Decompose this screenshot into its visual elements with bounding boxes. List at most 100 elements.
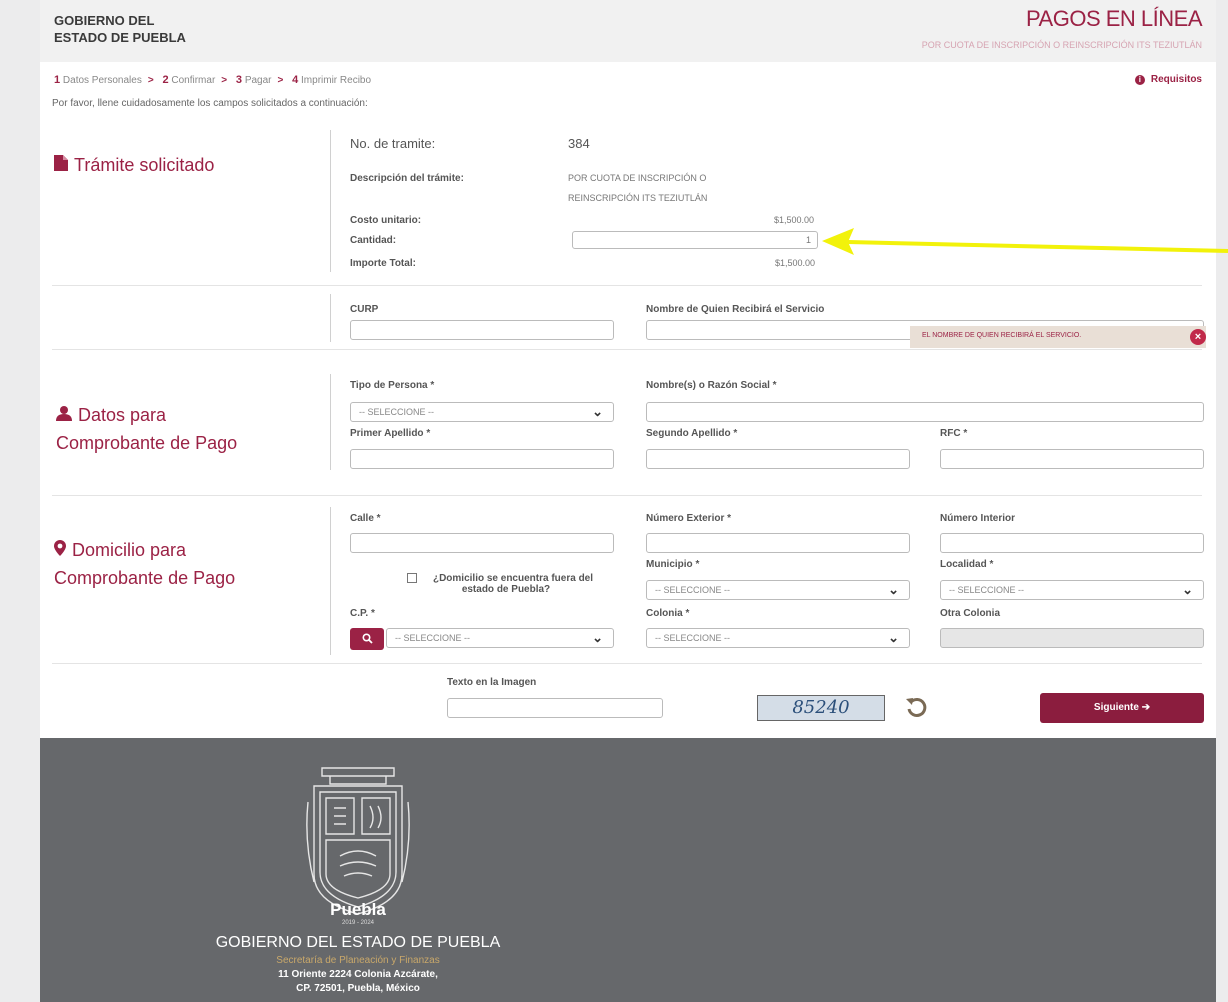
refresh-icon[interactable] <box>904 694 930 724</box>
cp-label: C.P. * <box>350 608 375 619</box>
localidad-select[interactable]: -- SELECCIONE -- ⌄ <box>940 580 1204 600</box>
num-ext-label: Número Exterior * <box>646 513 732 524</box>
chevron-down-icon: ⌄ <box>888 582 899 597</box>
gov-name[interactable]: GOBIERNO DEL ESTADO DE PUEBLA <box>54 12 186 46</box>
arrow-right-icon: ➔ <box>1141 702 1151 713</box>
nombre-input[interactable] <box>646 402 1204 422</box>
file-icon <box>54 154 68 180</box>
divider <box>52 349 1202 350</box>
tipo-persona-label: Tipo de Persona * <box>350 380 435 391</box>
nombre-label: Nombre(s) o Razón Social * <box>646 380 777 391</box>
quantity-input[interactable]: 1 <box>572 231 818 249</box>
chevron-right-icon: > <box>221 75 228 86</box>
calle-label: Calle * <box>350 513 381 524</box>
cost-label: Costo unitario: <box>350 215 422 226</box>
step-1-label: Datos Personales <box>62 75 142 86</box>
municipio-select[interactable]: -- SELECCIONE -- ⌄ <box>646 580 910 600</box>
chevron-down-icon: ⌄ <box>1182 582 1193 597</box>
curp-label: CURP <box>350 304 379 315</box>
steps-breadcrumb: 1 Datos Personales > 2 Confirmar > 3 Pagar… <box>54 74 371 86</box>
tramite-desc-line-1: POR CUOTA DE INSCRIPCIÓN O <box>568 173 707 183</box>
close-icon[interactable]: × <box>1190 329 1206 345</box>
tooltip-text: EL NOMBRE DE QUIEN RECIBIRÁ EL SERVICIO. <box>922 332 1082 339</box>
section-domicilio-title: Domicilio para Comprobante de Pago <box>54 537 235 591</box>
footer-years: 2019 - 2024 <box>341 920 375 926</box>
tipo-persona-value: -- SELECCIONE -- <box>359 407 435 417</box>
user-icon <box>56 404 72 430</box>
rfc-label: RFC * <box>940 428 968 439</box>
next-button[interactable]: Siguiente ➔ <box>1040 693 1204 723</box>
divider <box>52 663 1202 664</box>
validation-tooltip: EL NOMBRE DE QUIEN RECIBIRÁ EL SERVICIO.… <box>910 326 1206 348</box>
primer-apellido-label: Primer Apellido * <box>350 428 431 439</box>
captcha-input[interactable] <box>447 698 663 718</box>
localidad-label: Localidad * <box>940 559 994 570</box>
map-marker-icon <box>54 539 66 565</box>
section-domicilio-line-2: Comprobante de Pago <box>54 568 236 588</box>
recipient-name-label: Nombre de Quien Recibirá el Servicio <box>646 304 825 315</box>
total-label: Importe Total: <box>350 258 416 269</box>
step-2-label: Confirmar <box>171 75 216 86</box>
otra-colonia-label: Otra Colonia <box>940 608 1001 619</box>
curp-input[interactable] <box>350 320 614 340</box>
annotation-arrow <box>822 228 1228 255</box>
fuera-estado-line-1: ¿Domicilio se encuentra fuera del <box>432 573 594 584</box>
chevron-down-icon: ⌄ <box>592 404 603 419</box>
state-seal-logo <box>306 767 410 915</box>
step-4-number: 4 <box>292 74 299 86</box>
tipo-persona-select[interactable]: -- SELECCIONE -- ⌄ <box>350 402 614 422</box>
cp-select[interactable]: -- SELECCIONE -- ⌄ <box>386 628 614 648</box>
section-tramite-label: Trámite solicitado <box>74 155 215 175</box>
divider <box>52 285 1202 286</box>
step-3-number: 3 <box>235 74 243 86</box>
section-datos-line-2: Comprobante de Pago <box>56 433 238 453</box>
step-4-label: Imprimir Recibo <box>301 75 372 86</box>
divider <box>330 374 331 470</box>
rfc-input[interactable] <box>940 449 1204 469</box>
tramite-desc-line-2: REINSCRIPCIÓN ITS TEZIUTLÁN <box>568 193 708 203</box>
step-1-number: 1 <box>54 74 61 86</box>
gov-line-2: ESTADO DE PUEBLA <box>54 30 186 45</box>
otra-colonia-input <box>940 628 1204 648</box>
next-button-label: Siguiente <box>1093 702 1139 713</box>
page-subtitle: POR CUOTA DE INSCRIPCIÓN O REINSCRIPCIÓN… <box>921 40 1202 50</box>
requirements-link[interactable]: i Requisitos <box>1134 74 1202 85</box>
municipio-label: Municipio * <box>646 559 700 570</box>
cost-value: $1,500.00 <box>774 215 815 225</box>
footer-secretaria: Secretaría de Planeación y Finanzas <box>276 955 440 966</box>
fuera-estado-line-2: estado de Puebla? <box>461 584 551 595</box>
step-2-number: 2 <box>162 74 169 86</box>
fuera-estado-label: ¿Domicilio se encuentra fuera del estado… <box>388 573 624 595</box>
section-datos-title: Datos para Comprobante de Pago <box>56 402 237 456</box>
instructions: Por favor, llene cuidadosamente los camp… <box>52 98 368 109</box>
section-datos-line-1: Datos para <box>78 405 167 425</box>
search-icon <box>361 633 373 644</box>
page: GOBIERNO DEL ESTADO DE PUEBLA PAGOS EN L… <box>40 0 1216 738</box>
calle-input[interactable] <box>350 533 614 553</box>
cp-value: -- SELECCIONE -- <box>395 633 471 643</box>
captcha-image: 85240 <box>757 695 885 721</box>
num-int-input[interactable] <box>940 533 1204 553</box>
search-button[interactable] <box>350 628 384 650</box>
segundo-apellido-input[interactable] <box>646 449 910 469</box>
divider <box>330 130 331 272</box>
step-3-label: Pagar <box>244 75 272 86</box>
gov-line-1: GOBIERNO DEL <box>54 13 155 28</box>
captcha-label: Texto en la Imagen <box>447 677 537 688</box>
page-title: PAGOS EN LÍNEA <box>1026 6 1202 31</box>
section-tramite-title: Trámite solicitado <box>54 152 214 180</box>
colonia-value: -- SELECCIONE -- <box>655 633 731 643</box>
primer-apellido-input[interactable] <box>350 449 614 469</box>
footer-gov: GOBIERNO DEL ESTADO DE PUEBLA <box>215 934 501 951</box>
divider <box>330 507 331 655</box>
num-int-label: Número Interior <box>940 513 1016 524</box>
num-ext-input[interactable] <box>646 533 910 553</box>
footer-brand: Puebla <box>330 900 386 919</box>
footer: Puebla 2019 - 2024 GOBIERNO DEL ESTADO D… <box>40 738 1216 1002</box>
colonia-label: Colonia * <box>646 608 690 619</box>
divider <box>330 294 331 342</box>
footer-address-2: CP. 72501, Puebla, México <box>296 983 420 994</box>
colonia-select[interactable]: -- SELECCIONE -- ⌄ <box>646 628 910 648</box>
requirements-label: Requisitos <box>1150 74 1202 85</box>
total-value: $1,500.00 <box>775 258 816 268</box>
